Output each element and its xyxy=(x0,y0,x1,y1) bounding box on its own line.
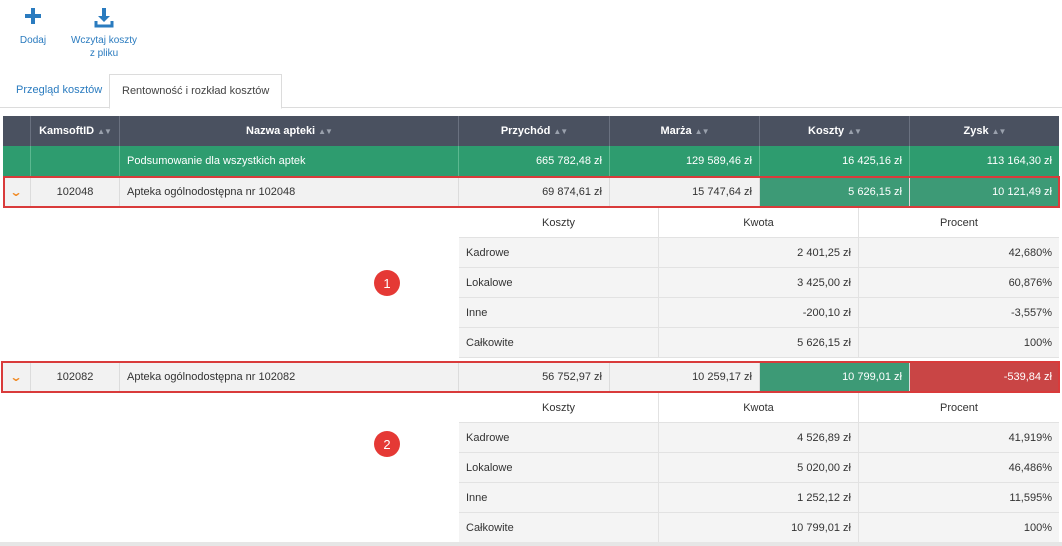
breakdown-row: Całkowite 5 626,15 zł 100% xyxy=(459,328,1059,358)
sort-icon: ▲▼ xyxy=(991,126,1007,136)
breakdown-header-percent: Procent xyxy=(940,216,978,229)
breakdown-label: Lokalowe xyxy=(459,268,659,297)
breakdown-percent: 42,680% xyxy=(1008,246,1052,259)
tab-profitability[interactable]: Rentowność i rozkład kosztów xyxy=(109,74,283,109)
breakdown-header: Koszty Kwota Procent xyxy=(459,208,1059,238)
load-costs-label: Wczytaj koszty z pliku xyxy=(70,35,138,59)
tab-bar: Przegląd kosztów Rentowność i rozkład ko… xyxy=(0,74,1062,109)
summary-id xyxy=(31,146,120,176)
breakdown-row: Lokalowe 5 020,00 zł 46,486% xyxy=(459,453,1059,483)
header-profit[interactable]: Zysk ▲▼ xyxy=(910,116,1059,146)
row-kamsoft-id: 102082 xyxy=(31,362,120,391)
breakdown-amount: 5 020,00 zł xyxy=(659,453,859,482)
header-pharmacy-name[interactable]: Nazwa apteki ▲▼ xyxy=(120,116,459,146)
table-row[interactable]: ⌄ 102048 Apteka ogólnodostępna nr 102048… xyxy=(3,177,1059,207)
grid-header: KamsoftID ▲▼ Nazwa apteki ▲▼ Przychód ▲▼ Ma… xyxy=(3,116,1059,146)
row-margin: 15 747,64 zł xyxy=(610,177,760,206)
breakdown-header-amount: Kwota xyxy=(659,393,859,422)
load-costs-button[interactable]: Wczytaj koszty z pliku xyxy=(68,8,140,60)
sort-icon: ▲▼ xyxy=(97,126,112,136)
expand-toggle[interactable]: ⌄ xyxy=(3,177,31,206)
chevron-down-icon: ⌄ xyxy=(9,184,24,199)
summary-expand xyxy=(3,146,31,176)
breakdown-label: Lokalowe xyxy=(459,453,659,482)
breakdown-percent: 100% xyxy=(1023,521,1052,534)
header-revenue[interactable]: Przychód ▲▼ xyxy=(459,116,610,146)
tab-cost-overview[interactable]: Przegląd kosztów xyxy=(4,74,114,108)
breakdown-header-costs: Koszty xyxy=(459,208,659,237)
breakdown-header-costs: Koszty xyxy=(459,393,659,422)
row-kamsoft-id: 102048 xyxy=(31,177,120,206)
breakdown-row: Całkowite 10 799,01 zł 100% xyxy=(459,513,1059,543)
breakdown-percent: 11,595% xyxy=(1009,491,1052,504)
summary-margin: 129 589,46 zł xyxy=(610,146,760,176)
summary-costs: 16 425,16 zł xyxy=(760,146,910,176)
breakdown-label: Całkowite xyxy=(459,328,659,357)
breakdown-row: Kadrowe 4 526,89 zł 41,919% xyxy=(459,423,1059,453)
summary-profit: 113 164,30 zł xyxy=(986,155,1052,167)
row-revenue: 56 752,97 zł xyxy=(459,362,610,391)
plus-icon xyxy=(14,8,52,28)
breakdown-percent: 100% xyxy=(1023,336,1052,349)
expand-toggle[interactable]: ⌄ xyxy=(3,362,31,391)
download-icon xyxy=(68,8,140,28)
breakdown-amount: 4 526,89 zł xyxy=(659,423,859,452)
summary-row: Podsumowanie dla wszystkich aptek 665 78… xyxy=(3,146,1059,176)
breakdown-amount: 3 425,00 zł xyxy=(659,268,859,297)
add-button[interactable]: Dodaj xyxy=(14,8,52,47)
toolbar: Dodaj Wczytaj koszty z pliku xyxy=(0,0,1062,70)
row-costs: 10 799,01 zł xyxy=(760,362,910,391)
breakdown-row: Lokalowe 3 425,00 zł 60,876% xyxy=(459,268,1059,298)
breakdown-amount: 2 401,25 zł xyxy=(659,238,859,267)
horizontal-scrollbar[interactable] xyxy=(0,542,1062,546)
annotation-badge: 1 xyxy=(374,270,400,296)
row-margin: 10 259,17 zł xyxy=(610,362,760,391)
breakdown-row: Inne 1 252,12 zł 11,595% xyxy=(459,483,1059,513)
breakdown-row: Kadrowe 2 401,25 zł 42,680% xyxy=(459,238,1059,268)
breakdown-label: Inne xyxy=(459,298,659,327)
header-expand-col xyxy=(3,116,31,146)
breakdown-label: Kadrowe xyxy=(459,423,659,452)
breakdown-amount: 1 252,12 zł xyxy=(659,483,859,512)
add-label: Dodaj xyxy=(19,35,47,46)
sort-icon: ▲▼ xyxy=(318,126,333,136)
breakdown-percent: -3,557% xyxy=(1011,306,1052,319)
breakdown-amount: 10 799,01 zł xyxy=(659,513,859,542)
row-costs: 5 626,15 zł xyxy=(760,177,910,206)
breakdown-label: Całkowite xyxy=(459,513,659,542)
summary-name: Podsumowanie dla wszystkich aptek xyxy=(120,146,459,176)
summary-revenue: 665 782,48 zł xyxy=(459,146,610,176)
row-pharmacy-name: Apteka ogólnodostępna nr 102048 xyxy=(120,177,459,206)
breakdown-amount: 5 626,15 zł xyxy=(659,328,859,357)
sort-icon: ▲▼ xyxy=(694,126,710,136)
breakdown-header: Koszty Kwota Procent xyxy=(459,393,1059,423)
sort-icon: ▲▼ xyxy=(847,126,862,136)
sort-icon: ▲▼ xyxy=(553,126,568,136)
row-revenue: 69 874,61 zł xyxy=(459,177,610,206)
header-margin[interactable]: Marża ▲▼ xyxy=(610,116,760,146)
breakdown-label: Kadrowe xyxy=(459,238,659,267)
breakdown-amount: -200,10 zł xyxy=(659,298,859,327)
table-row[interactable]: ⌄ 102082 Apteka ogólnodostępna nr 102082… xyxy=(3,362,1059,392)
breakdown-header-amount: Kwota xyxy=(659,208,859,237)
row-pharmacy-name: Apteka ogólnodostępna nr 102082 xyxy=(120,362,459,391)
breakdown-row: Inne -200,10 zł -3,557% xyxy=(459,298,1059,328)
breakdown-percent: 46,486% xyxy=(1008,461,1052,474)
breakdown-header-percent: Procent xyxy=(940,401,978,414)
row-profit: -539,84 zł xyxy=(910,362,1059,391)
header-costs[interactable]: Koszty ▲▼ xyxy=(760,116,910,146)
breakdown-label: Inne xyxy=(459,483,659,512)
header-kamsoft-id[interactable]: KamsoftID ▲▼ xyxy=(31,116,120,146)
annotation-badge: 2 xyxy=(374,431,400,457)
breakdown-percent: 60,876% xyxy=(1008,276,1052,289)
chevron-down-icon: ⌄ xyxy=(9,369,24,384)
breakdown-percent: 41,919% xyxy=(1008,431,1052,444)
row-profit: 10 121,49 zł xyxy=(910,177,1059,206)
